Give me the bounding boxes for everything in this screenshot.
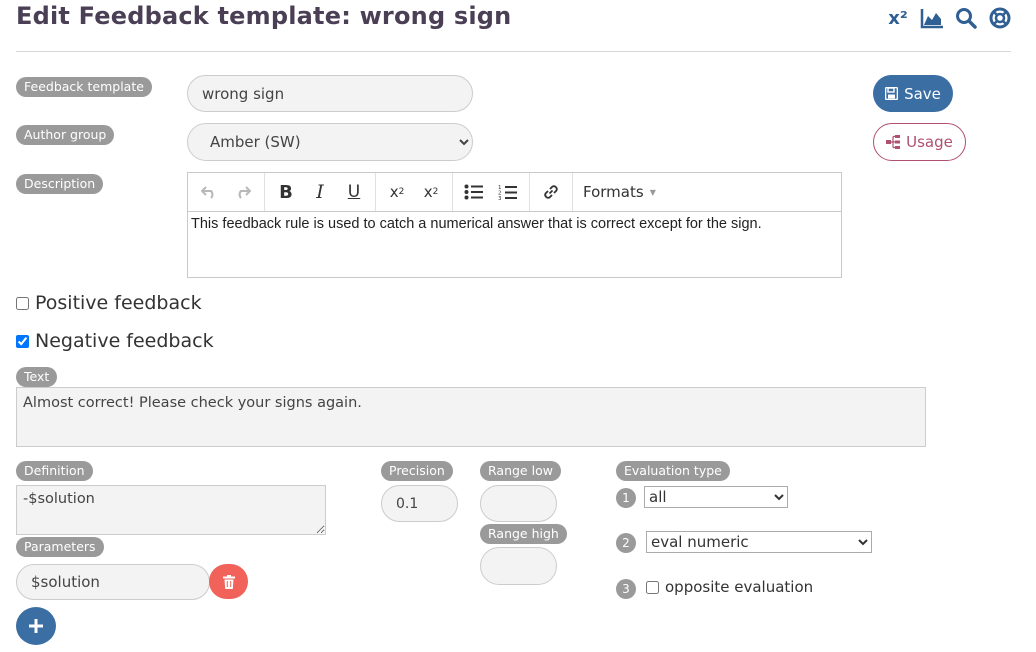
definition-label: Definition [16,461,93,481]
negative-feedback-row[interactable]: Negative feedback [16,330,214,352]
description-label: Description [16,174,104,194]
superscript-icon[interactable]: x² [886,6,910,30]
positive-feedback-label: Positive feedback [35,292,202,314]
opposite-evaluation-checkbox[interactable] [646,580,659,594]
delete-parameter-button[interactable] [209,564,248,599]
range-high-input[interactable] [480,547,557,585]
precision-label: Precision [381,461,453,481]
italic-icon[interactable]: I [303,177,337,207]
definition-input[interactable]: -$solution [16,485,326,535]
feedback-text-input[interactable]: Almost correct! Please check your signs … [16,387,926,447]
evaluation-step-1-select[interactable]: all [644,486,788,508]
formats-dropdown[interactable]: Formats ▼ [573,183,666,201]
evaluation-step-2-badge: 2 [616,533,636,553]
author-group-label: Author group [16,125,115,145]
floppy-disk-icon [885,87,899,100]
bullet-list-icon[interactable] [457,177,491,207]
header-toolbar: x² [886,6,1012,30]
numbered-list-icon[interactable]: 123 [491,177,525,207]
range-low-input[interactable] [480,485,557,522]
positive-feedback-row[interactable]: Positive feedback [16,292,202,314]
formats-label: Formats [583,183,644,201]
caret-down-icon: ▼ [649,187,656,197]
usage-button-label: Usage [906,133,953,151]
editor-toolbar: B I U x2 x2 123 Formats ▼ [188,173,841,212]
opposite-evaluation-row[interactable]: opposite evaluation [646,578,813,596]
range-high-label: Range high [480,524,567,544]
link-icon[interactable] [534,177,568,207]
evaluation-step-1-badge: 1 [616,488,636,508]
parameters-label: Parameters [16,537,104,557]
precision-input[interactable] [381,485,458,522]
negative-feedback-checkbox[interactable] [16,334,29,348]
usage-button[interactable]: Usage [873,123,966,161]
save-button[interactable]: Save [873,75,953,112]
subscript-format-icon[interactable]: x2 [414,177,448,207]
text-label: Text [16,367,58,387]
underline-icon[interactable]: U [337,177,371,207]
evaluation-type-label: Evaluation type [616,461,730,481]
parameter-input[interactable] [16,564,210,600]
trash-icon [222,574,235,589]
description-editor-content[interactable]: This feedback rule is used to catch a nu… [188,212,841,236]
superscript-format-icon[interactable]: x2 [380,177,414,207]
svg-text:3: 3 [498,196,502,201]
evaluation-step-3-badge: 3 [616,579,636,599]
opposite-evaluation-label: opposite evaluation [665,578,814,596]
range-low-label: Range low [480,461,561,481]
search-icon[interactable] [954,6,978,30]
area-chart-icon[interactable] [920,6,944,30]
undo-icon[interactable] [192,177,226,207]
save-button-label: Save [904,84,941,103]
page-title: Edit Feedback template: wrong sign [16,2,512,30]
header-divider [16,51,1011,52]
sitemap-icon [886,135,901,149]
positive-feedback-checkbox[interactable] [16,296,29,310]
feedback-template-input[interactable] [187,75,473,112]
feedback-template-label: Feedback template [16,77,152,97]
negative-feedback-label: Negative feedback [35,330,214,352]
redo-icon[interactable] [226,177,260,207]
evaluation-step-2-select[interactable]: eval numeric [646,531,872,553]
description-editor: B I U x2 x2 123 Formats ▼ This feedback … [187,172,842,278]
help-lifebuoy-icon[interactable] [988,6,1012,30]
bold-icon[interactable]: B [269,177,303,207]
author-group-select[interactable]: Amber (SW) [187,123,473,161]
plus-icon [29,619,43,633]
add-parameter-button[interactable] [16,607,56,645]
